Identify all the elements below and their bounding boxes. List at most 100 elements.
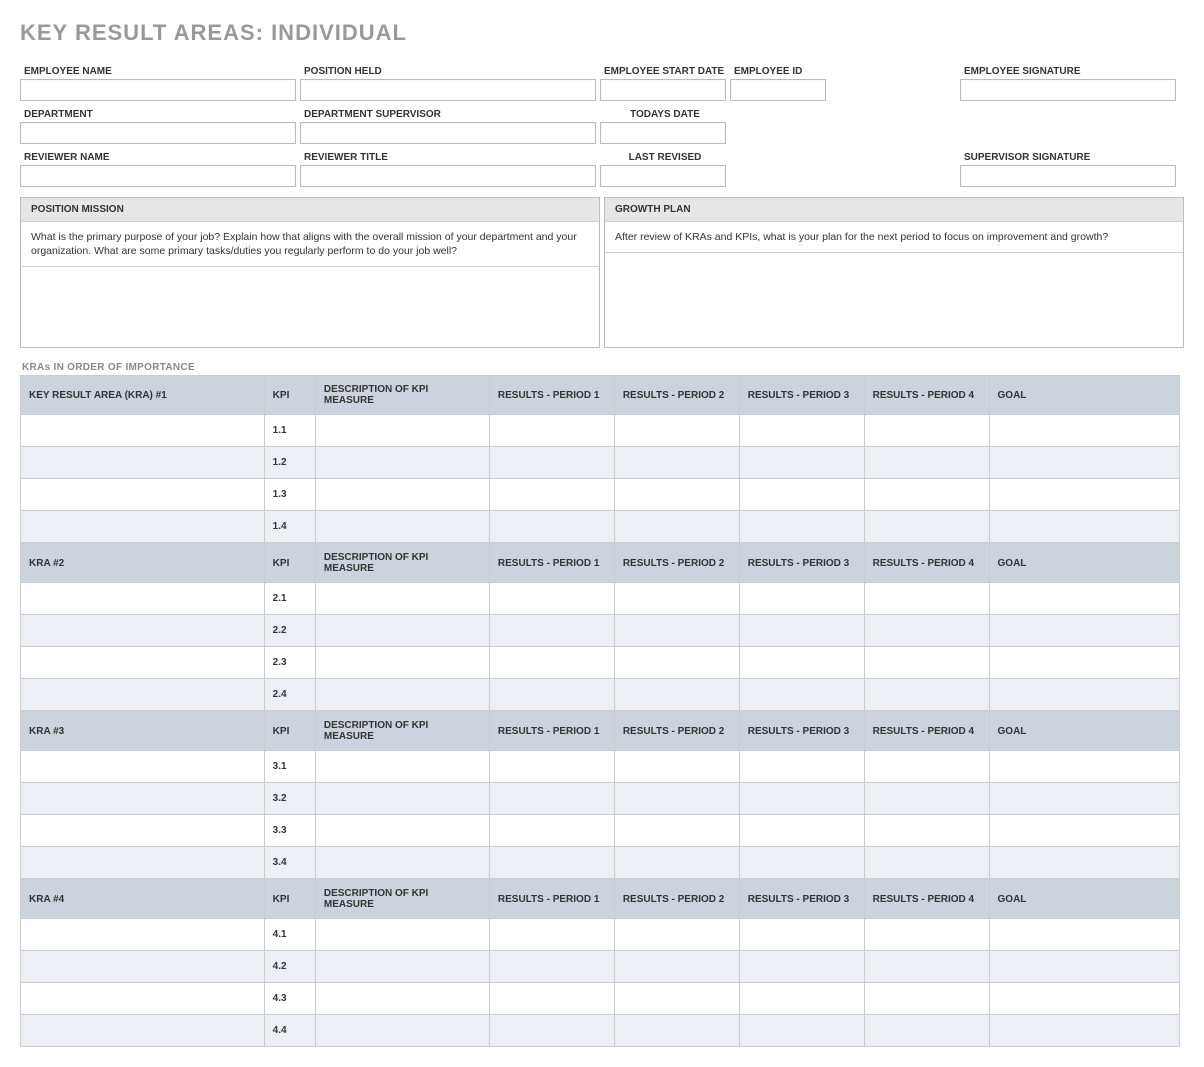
p1-cell[interactable] xyxy=(489,447,614,479)
desc-cell[interactable] xyxy=(315,583,489,615)
p2-cell[interactable] xyxy=(614,1015,739,1047)
goal-cell[interactable] xyxy=(989,415,1179,447)
p3-cell[interactable] xyxy=(739,447,864,479)
p3-cell[interactable] xyxy=(739,815,864,847)
kpi-cell[interactable]: 1.3 xyxy=(264,479,315,511)
p2-cell[interactable] xyxy=(614,583,739,615)
p3-cell[interactable] xyxy=(739,511,864,543)
p1-cell[interactable] xyxy=(489,511,614,543)
p4-cell[interactable] xyxy=(864,615,989,647)
goal-cell[interactable] xyxy=(989,815,1179,847)
desc-cell[interactable] xyxy=(315,679,489,711)
position-mission-body[interactable] xyxy=(21,267,599,347)
p2-cell[interactable] xyxy=(614,679,739,711)
employee-start-date-field[interactable] xyxy=(600,79,726,101)
kpi-cell[interactable]: 1.1 xyxy=(264,415,315,447)
kpi-cell[interactable]: 4.4 xyxy=(264,1015,315,1047)
p2-cell[interactable] xyxy=(614,479,739,511)
p2-cell[interactable] xyxy=(614,415,739,447)
desc-cell[interactable] xyxy=(315,847,489,879)
p3-cell[interactable] xyxy=(739,415,864,447)
p4-cell[interactable] xyxy=(864,479,989,511)
kpi-cell[interactable]: 3.1 xyxy=(264,751,315,783)
p1-cell[interactable] xyxy=(489,679,614,711)
kpi-cell[interactable]: 4.2 xyxy=(264,951,315,983)
p1-cell[interactable] xyxy=(489,815,614,847)
p3-cell[interactable] xyxy=(739,919,864,951)
p4-cell[interactable] xyxy=(864,1015,989,1047)
kpi-cell[interactable]: 1.2 xyxy=(264,447,315,479)
desc-cell[interactable] xyxy=(315,983,489,1015)
desc-cell[interactable] xyxy=(315,511,489,543)
goal-cell[interactable] xyxy=(989,1015,1179,1047)
p4-cell[interactable] xyxy=(864,847,989,879)
goal-cell[interactable] xyxy=(989,447,1179,479)
p1-cell[interactable] xyxy=(489,415,614,447)
p4-cell[interactable] xyxy=(864,983,989,1015)
supervisor-signature-field[interactable] xyxy=(960,165,1176,187)
p4-cell[interactable] xyxy=(864,511,989,543)
p4-cell[interactable] xyxy=(864,647,989,679)
p4-cell[interactable] xyxy=(864,815,989,847)
desc-cell[interactable] xyxy=(315,615,489,647)
p1-cell[interactable] xyxy=(489,847,614,879)
p3-cell[interactable] xyxy=(739,479,864,511)
kpi-cell[interactable]: 4.1 xyxy=(264,919,315,951)
goal-cell[interactable] xyxy=(989,511,1179,543)
p3-cell[interactable] xyxy=(739,983,864,1015)
p1-cell[interactable] xyxy=(489,647,614,679)
p2-cell[interactable] xyxy=(614,951,739,983)
kpi-cell[interactable]: 2.1 xyxy=(264,583,315,615)
p2-cell[interactable] xyxy=(614,751,739,783)
goal-cell[interactable] xyxy=(989,919,1179,951)
kpi-cell[interactable]: 3.4 xyxy=(264,847,315,879)
p4-cell[interactable] xyxy=(864,679,989,711)
p4-cell[interactable] xyxy=(864,951,989,983)
desc-cell[interactable] xyxy=(315,647,489,679)
p4-cell[interactable] xyxy=(864,783,989,815)
desc-cell[interactable] xyxy=(315,951,489,983)
todays-date-field[interactable] xyxy=(600,122,726,144)
p3-cell[interactable] xyxy=(739,751,864,783)
last-revised-field[interactable] xyxy=(600,165,726,187)
p2-cell[interactable] xyxy=(614,447,739,479)
goal-cell[interactable] xyxy=(989,847,1179,879)
reviewer-title-field[interactable] xyxy=(300,165,596,187)
p2-cell[interactable] xyxy=(614,615,739,647)
p3-cell[interactable] xyxy=(739,583,864,615)
p2-cell[interactable] xyxy=(614,815,739,847)
p2-cell[interactable] xyxy=(614,783,739,815)
position-held-field[interactable] xyxy=(300,79,596,101)
employee-name-field[interactable] xyxy=(20,79,296,101)
goal-cell[interactable] xyxy=(989,783,1179,815)
employee-id-field[interactable] xyxy=(730,79,826,101)
p2-cell[interactable] xyxy=(614,847,739,879)
kpi-cell[interactable]: 3.3 xyxy=(264,815,315,847)
p1-cell[interactable] xyxy=(489,583,614,615)
p2-cell[interactable] xyxy=(614,919,739,951)
p3-cell[interactable] xyxy=(739,847,864,879)
p1-cell[interactable] xyxy=(489,751,614,783)
p1-cell[interactable] xyxy=(489,479,614,511)
p3-cell[interactable] xyxy=(739,783,864,815)
p1-cell[interactable] xyxy=(489,615,614,647)
desc-cell[interactable] xyxy=(315,447,489,479)
p1-cell[interactable] xyxy=(489,783,614,815)
employee-signature-field[interactable] xyxy=(960,79,1176,101)
kpi-cell[interactable]: 3.2 xyxy=(264,783,315,815)
p4-cell[interactable] xyxy=(864,583,989,615)
goal-cell[interactable] xyxy=(989,751,1179,783)
desc-cell[interactable] xyxy=(315,783,489,815)
desc-cell[interactable] xyxy=(315,815,489,847)
goal-cell[interactable] xyxy=(989,983,1179,1015)
desc-cell[interactable] xyxy=(315,1015,489,1047)
goal-cell[interactable] xyxy=(989,615,1179,647)
p4-cell[interactable] xyxy=(864,919,989,951)
growth-plan-body[interactable] xyxy=(605,253,1183,333)
p3-cell[interactable] xyxy=(739,1015,864,1047)
p3-cell[interactable] xyxy=(739,615,864,647)
desc-cell[interactable] xyxy=(315,751,489,783)
goal-cell[interactable] xyxy=(989,647,1179,679)
kpi-cell[interactable]: 1.4 xyxy=(264,511,315,543)
p1-cell[interactable] xyxy=(489,983,614,1015)
